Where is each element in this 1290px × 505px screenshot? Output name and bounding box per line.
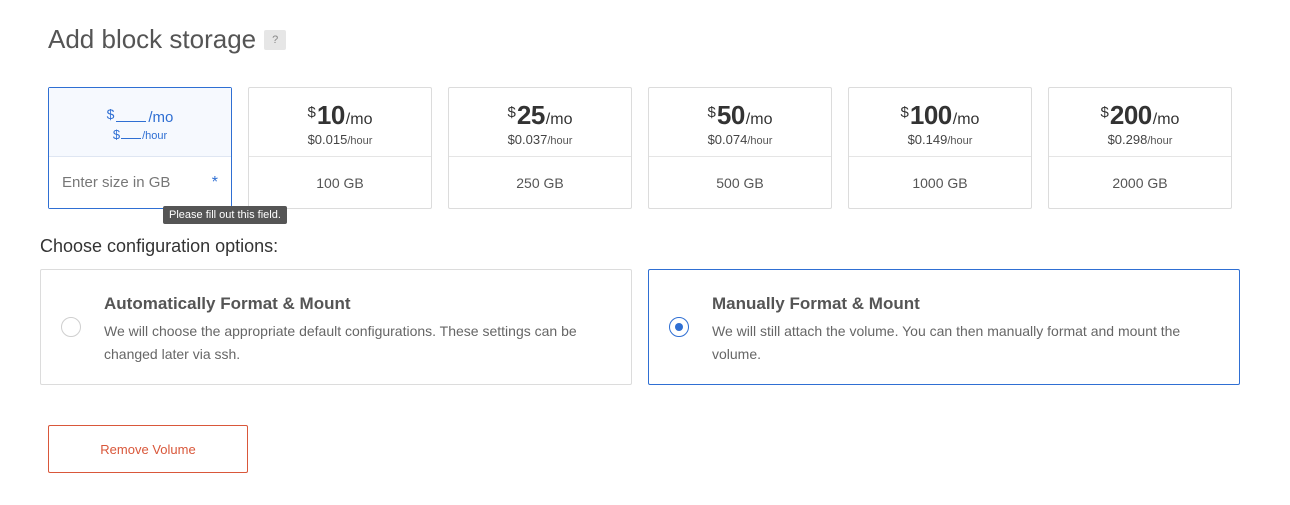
monthly-price: $200/mo <box>1101 102 1180 128</box>
hourly-amount: $0.149 <box>907 131 948 147</box>
size-gb-input[interactable] <box>62 174 192 191</box>
help-icon[interactable]: ? <box>264 29 287 50</box>
hour-unit: /hour <box>747 134 773 147</box>
remove-volume-button[interactable]: Remove Volume <box>48 425 248 473</box>
price-amount: 25 <box>516 99 545 130</box>
hour-unit: /hour <box>547 134 573 147</box>
config-options-label: Choose configuration options: <box>40 236 279 256</box>
plan-size: 100 GB <box>316 174 364 191</box>
month-unit: /mo <box>1152 110 1180 128</box>
hourly-price: $0.149/hour <box>908 132 973 147</box>
required-marker: * <box>211 173 218 191</box>
currency-symbol: $ <box>106 105 115 122</box>
monthly-price: $10/mo <box>308 102 373 128</box>
page-title: Add block storage ? <box>48 24 287 55</box>
hourly-price: $0.015/hour <box>308 132 373 147</box>
plan-size: 250 GB <box>516 174 564 191</box>
option-description: We will choose the appropriate default c… <box>104 323 577 362</box>
month-unit: /mo <box>345 110 373 128</box>
hourly-price: $0.037/hour <box>508 132 573 147</box>
month-unit: /mo <box>952 110 980 128</box>
plan-200[interactable]: $200/mo $0.298/hour 2000 GB <box>1048 87 1232 209</box>
hour-unit: /hour <box>347 134 373 147</box>
currency-symbol: $ <box>1100 103 1109 121</box>
plan-selector: $ /mo $ /hour * $10/mo $0.015/hour 100 GB <box>48 87 1232 209</box>
currency-symbol: $ <box>112 126 121 142</box>
currency-symbol: $ <box>900 103 909 121</box>
hourly-amount: $0.074 <box>707 131 748 147</box>
plan-size: 500 GB <box>716 174 764 191</box>
monthly-price: $100/mo <box>901 102 980 128</box>
option-manual-format[interactable]: Manually Format & Mount We will still at… <box>648 269 1240 385</box>
currency-symbol: $ <box>307 103 316 121</box>
hour-unit: /hour <box>947 134 973 147</box>
option-auto-format[interactable]: Automatically Format & Mount We will cho… <box>40 269 632 385</box>
month-unit: /mo <box>545 110 573 128</box>
plan-50[interactable]: $50/mo $0.074/hour 500 GB <box>648 87 832 209</box>
page-title-text: Add block storage <box>48 24 257 54</box>
validation-tooltip: Please fill out this field. <box>163 206 287 224</box>
plan-25[interactable]: $25/mo $0.037/hour 250 GB <box>448 87 632 209</box>
plan-custom[interactable]: $ /mo $ /hour * <box>48 87 232 209</box>
hour-unit: /hour <box>1147 134 1173 147</box>
option-title: Manually Format & Mount <box>712 294 920 313</box>
hourly-amount: $0.298 <box>1107 131 1148 147</box>
hourly-price: $0.074/hour <box>708 132 773 147</box>
option-title: Automatically Format & Mount <box>104 294 351 313</box>
price-amount: 10 <box>316 99 345 130</box>
month-unit: /mo <box>745 110 773 128</box>
monthly-price: $25/mo <box>508 102 573 128</box>
price-amount: 200 <box>1109 99 1152 130</box>
currency-symbol: $ <box>707 103 716 121</box>
monthly-price-blank <box>116 107 147 122</box>
plan-size: 2000 GB <box>1112 174 1168 191</box>
size-input-row: * <box>49 157 231 208</box>
monthly-price: $50/mo <box>708 102 773 128</box>
hour-unit: /hour <box>142 129 168 142</box>
option-description: We will still attach the volume. You can… <box>712 323 1181 362</box>
radio-manual-format[interactable] <box>669 317 689 337</box>
plan-custom-price: $ /mo $ /hour <box>49 88 231 157</box>
month-unit: /mo <box>148 108 174 126</box>
plan-100[interactable]: $100/mo $0.149/hour 1000 GB <box>848 87 1032 209</box>
hourly-amount: $0.015 <box>307 131 348 147</box>
currency-symbol: $ <box>507 103 516 121</box>
plan-10[interactable]: $10/mo $0.015/hour 100 GB <box>248 87 432 209</box>
hourly-amount: $0.037 <box>507 131 548 147</box>
plan-size: 1000 GB <box>912 174 968 191</box>
hourly-price: $0.298/hour <box>1108 132 1173 147</box>
price-amount: 100 <box>909 99 952 130</box>
price-amount: 50 <box>716 99 745 130</box>
radio-auto-format[interactable] <box>61 317 81 337</box>
hourly-price-blank <box>121 129 142 139</box>
